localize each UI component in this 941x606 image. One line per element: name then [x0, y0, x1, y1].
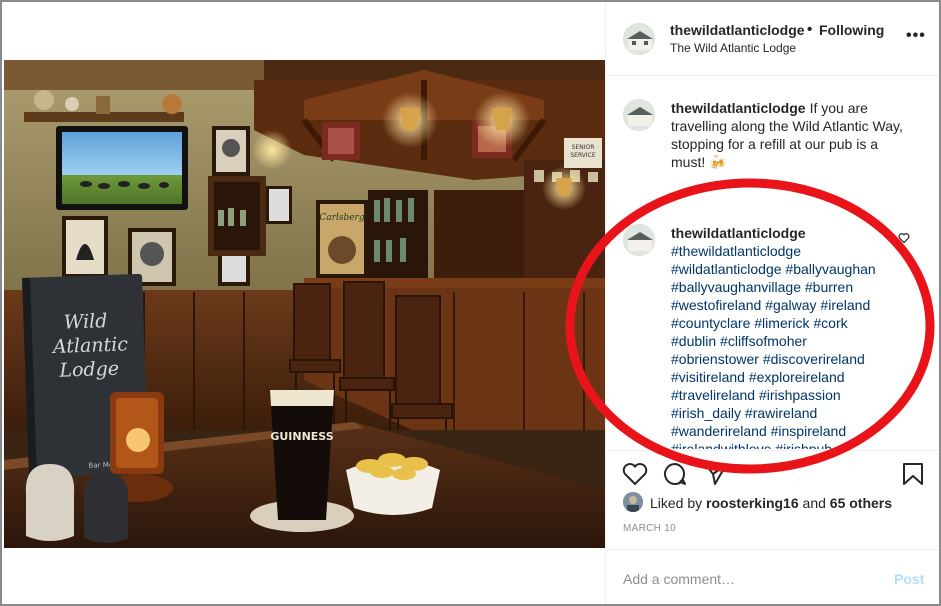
caption-text-block: thewildatlanticlodge If you are travellin… [671, 99, 911, 171]
more-options-icon[interactable]: ••• [906, 27, 926, 45]
sign-text-line2: SERVICE [570, 152, 596, 159]
post-date[interactable]: MARCH 10 [623, 523, 676, 534]
post-header: thewildatlanticlodge • Following The Wil… [606, 4, 939, 76]
comment-icon[interactable] [662, 462, 688, 486]
bookmark-icon[interactable] [902, 462, 924, 486]
post-author-username[interactable]: thewildatlanticlodge [670, 22, 805, 38]
heart-icon[interactable] [622, 462, 648, 486]
menu-title-line2: Atlantic [51, 333, 129, 358]
comment-avatar[interactable] [623, 224, 655, 256]
carlsberg-poster-text: Carlsberg [319, 213, 364, 223]
comment-username[interactable]: thewildatlanticlodge [671, 100, 806, 116]
hashtag-line[interactable]: #countyclare #limerick #cork [671, 314, 911, 332]
pub-interior-image: Carlsberg SENIOR SERVICE Wild Atlantic L… [4, 60, 605, 548]
post-photo[interactable]: Carlsberg SENIOR SERVICE Wild Atlantic L… [4, 60, 605, 548]
hashtag-line[interactable]: #ballyvaughanvillage #burren [671, 278, 911, 296]
sign-text-line1: SENIOR [572, 144, 595, 151]
hashtag-line[interactable]: #dublin #cliffsofmoher [671, 332, 911, 350]
hashtag-comment: thewildatlanticlodge #thewildatlanticlod… [606, 224, 939, 449]
action-bar [606, 450, 939, 490]
likes-others-count[interactable]: 65 others [830, 495, 892, 511]
post-details-panel: thewildatlanticlodge • Following The Wil… [605, 4, 939, 604]
likes-and: and [802, 495, 826, 511]
hashtag-line[interactable]: #thewildatlanticlodge [671, 242, 911, 260]
photo-bottom-margin [4, 550, 605, 604]
hashtag-line[interactable]: #irish_daily #rawireland [671, 404, 911, 422]
post-comment-button[interactable]: Post [894, 571, 924, 587]
hashtag-line[interactable]: #wildatlanticlodge #ballyvaughan [671, 260, 911, 278]
add-comment-input[interactable]: Add a comment… [623, 571, 735, 587]
liker-username[interactable]: roosterking16 [706, 495, 799, 511]
comment-like-heart-icon[interactable] [898, 232, 910, 244]
hashtag-line[interactable]: #irelandwithlove #irishpub [671, 440, 911, 449]
hashtag-line[interactable]: #travelireland #irishpassion [671, 386, 911, 404]
comment-avatar[interactable] [623, 99, 655, 131]
hashtag-line[interactable]: #wanderireland #inspireland [671, 422, 911, 440]
hashtag-line[interactable]: #obrienstower #discoverireland [671, 350, 911, 368]
separator-dot: • [807, 21, 813, 38]
post-location[interactable]: The Wild Atlantic Lodge [670, 41, 796, 55]
comment-username[interactable]: thewildatlanticlodge [671, 224, 907, 242]
following-button[interactable]: Following [819, 22, 884, 38]
menu-title-line3: Lodge [58, 358, 119, 382]
profile-avatar[interactable] [623, 23, 655, 55]
comments-list: thewildatlanticlodge If you are travellin… [606, 77, 939, 449]
instagram-post-window: Carlsberg SENIOR SERVICE Wild Atlantic L… [0, 0, 941, 606]
caption-comment: thewildatlanticlodge If you are travellin… [606, 99, 939, 179]
likes-summary: Liked by roosterking16 and 65 others [623, 492, 933, 514]
hashtag-line[interactable]: #visitireland #exploreireland [671, 368, 911, 386]
liked-by-prefix: Liked by [650, 495, 703, 511]
share-icon[interactable] [704, 462, 728, 486]
hashtag-text-block: thewildatlanticlodge #thewildatlanticlod… [671, 224, 911, 449]
hashtag-line[interactable]: #westofireland #galway #ireland [671, 296, 911, 314]
menu-title-line1: Wild [63, 310, 107, 334]
guinness-glass-text: GUINNESS [270, 430, 333, 443]
liker-avatar[interactable] [623, 492, 643, 512]
add-comment-bar: Add a comment… Post [606, 549, 939, 604]
